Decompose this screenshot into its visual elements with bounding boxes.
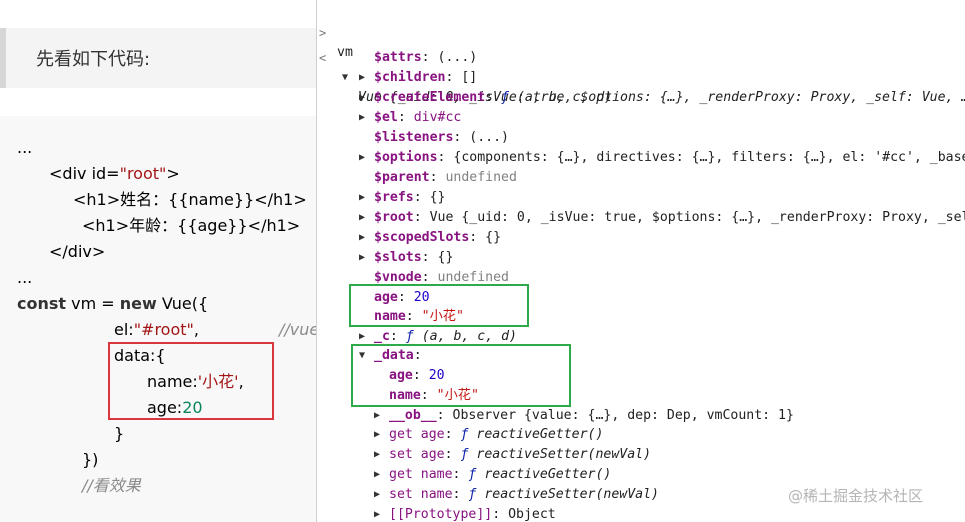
prop-row-attrs[interactable]: $attrs: (...) [374,48,477,68]
watermark: @稀土掘金技术社区 [788,487,924,505]
code-line: const vm = new Vue({ [17,294,209,313]
collapse-triangle-icon[interactable]: ▶ [374,445,380,465]
code-line: ... [17,138,33,157]
collapse-triangle-icon[interactable]: ▶ [359,188,365,208]
intro-text: 先看如下代码: [36,49,151,70]
prop-row-scopedSlots[interactable]: $scopedSlots: {} [374,228,501,248]
collapse-triangle-icon[interactable]: ▶ [359,228,365,248]
highlight-data-props-box [351,344,571,407]
highlight-data-box [108,342,274,420]
code-line: ... [17,268,33,287]
code-line: <div id="root"> [49,164,180,183]
code-line: }) [82,450,99,469]
prop-row-get-name[interactable]: get name: ƒ reactiveGetter() [389,465,611,485]
expand-triangle-icon[interactable]: ▼ [342,68,348,88]
collapse-triangle-icon[interactable]: ▶ [359,108,365,128]
collapse-triangle-icon[interactable]: ▶ [374,425,380,445]
prop-row-listeners[interactable]: $listeners: (...) [374,128,509,148]
blockquote: 先看如下代码: [0,28,316,88]
prop-row-prototype[interactable]: [[Prototype]]: Object [389,505,556,522]
code-line: </div> [49,242,106,261]
prop-row-set-age[interactable]: set age: ƒ reactiveSetter(newVal) [389,445,651,465]
collapse-triangle-icon[interactable]: ▶ [359,148,365,168]
devtools-console: > vm < ▼ Vue {_uid: 0, _isVue: true, $op… [316,0,965,522]
console-output-root[interactable]: < ▼ Vue {_uid: 0, _isVue: true, $options… [317,28,965,105]
prop-row-slots[interactable]: $slots: {} [374,248,453,268]
collapse-triangle-icon[interactable]: ▶ [359,208,365,228]
code-comment: //vue [279,320,320,339]
console-input-line[interactable]: > vm [317,3,965,60]
code-comment: //看效果 [82,476,141,495]
collapse-triangle-icon[interactable]: ▶ [359,68,365,88]
collapse-triangle-icon[interactable]: ▶ [374,505,380,522]
prop-row-options[interactable]: $options: {components: {…}, directives: … [374,148,965,168]
prop-row-refs[interactable]: $refs: {} [374,188,445,208]
collapse-triangle-icon[interactable]: ▶ [359,248,365,268]
article-panel: 先看如下代码: ... <div id="root"> <h1>姓名：{{nam… [0,0,320,522]
code-line: el:"#root", [114,320,199,339]
output-prompt: < [319,51,327,65]
prop-row-set-name[interactable]: set name: ƒ reactiveSetter(newVal) [389,485,659,505]
prop-row-ob[interactable]: __ob__: Observer {value: {…}, dep: Dep, … [389,406,794,426]
code-line: } [114,424,125,443]
prop-row-createElement[interactable]: $createElement: ƒ (a, b, c, d) [374,88,612,108]
highlight-vm-props-box [349,284,529,327]
collapse-triangle-icon[interactable]: ▶ [374,406,380,426]
code-line: <h1>姓名：{{name}}</h1> [73,190,307,209]
collapse-triangle-icon[interactable]: ▶ [374,465,380,485]
collapse-triangle-icon[interactable]: ▶ [374,485,380,505]
collapse-triangle-icon[interactable]: ▶ [359,88,365,108]
prop-row-children[interactable]: $children: [] [374,68,477,88]
prop-row-el[interactable]: $el: div#cc [374,108,461,128]
prop-row-root[interactable]: $root: Vue {_uid: 0, _isVue: true, $opti… [374,208,965,228]
code-line: <h1>年龄：{{age}}</h1> [82,216,301,235]
prop-row-parent[interactable]: $parent: undefined [374,168,517,188]
prop-row-get-age[interactable]: get age: ƒ reactiveGetter() [389,425,603,445]
